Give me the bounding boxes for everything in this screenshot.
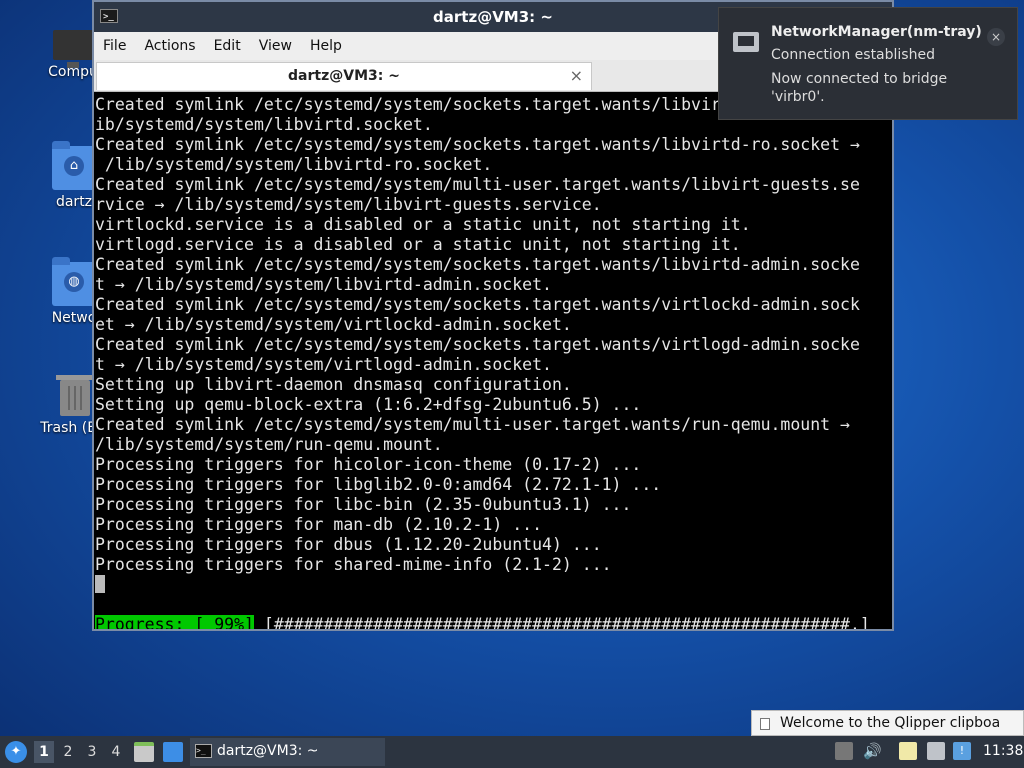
progress-line: Progress: [ 99%] [######################… bbox=[95, 615, 892, 629]
terminal-line: Created symlink /etc/systemd/system/sock… bbox=[95, 135, 860, 154]
tray-upload-icon[interactable] bbox=[835, 742, 853, 760]
notification-title: NetworkManager(nm-tray) bbox=[771, 24, 982, 40]
cursor bbox=[95, 575, 105, 593]
taskbar: ✦ 1 2 3 4 >_ dartz@VM3: ~ 🔊 ! 11:38 bbox=[0, 736, 1024, 768]
computer-icon bbox=[53, 30, 93, 68]
terminal-line: virtlogd.service is a disabled or a stat… bbox=[95, 235, 741, 254]
terminal-line: Created symlink /etc/systemd/system/sock… bbox=[95, 335, 860, 354]
desktop-switch-2[interactable]: 2 bbox=[58, 741, 78, 763]
tab-title: dartz@VM3: ~ bbox=[288, 68, 400, 84]
clipboard-icon bbox=[760, 718, 770, 730]
task-terminal[interactable]: >_ dartz@VM3: ~ bbox=[190, 738, 385, 766]
terminal-icon: >_ bbox=[195, 744, 212, 758]
terminal-line: Setting up qemu-block-extra (1:6.2+dfsg-… bbox=[95, 395, 642, 414]
terminal-line: Processing triggers for man-db (2.10.2-1… bbox=[95, 515, 543, 534]
volume-icon[interactable]: 🔊 bbox=[863, 742, 882, 760]
start-menu-icon[interactable]: ✦ bbox=[5, 741, 27, 763]
network-tray-icon[interactable] bbox=[927, 742, 945, 760]
show-desktop-icon[interactable] bbox=[163, 742, 183, 762]
terminal-cursor-line bbox=[95, 575, 892, 595]
clipboard-popup[interactable]: Welcome to the Qlipper clipboa bbox=[751, 710, 1024, 736]
update-notifier-icon[interactable]: ! bbox=[953, 742, 971, 760]
network-notification[interactable]: NetworkManager(nm-tray) Connection estab… bbox=[718, 7, 1018, 120]
terminal-line: virtlockd.service is a disabled or a sta… bbox=[95, 215, 751, 234]
terminal-line: Processing triggers for libglib2.0-0:amd… bbox=[95, 475, 662, 494]
terminal-line: et → /lib/systemd/system/virtlockd-admin… bbox=[95, 315, 572, 334]
tab-close-icon[interactable]: × bbox=[570, 66, 583, 85]
terminal-line: Created symlink /etc/systemd/system/sock… bbox=[95, 255, 860, 274]
tab-terminal[interactable]: dartz@VM3: ~ × bbox=[96, 62, 592, 90]
menu-file[interactable]: File bbox=[94, 38, 135, 54]
menu-help[interactable]: Help bbox=[301, 38, 351, 54]
desktop-switch-4[interactable]: 4 bbox=[106, 741, 126, 763]
notification-detail: Now connected to bridge 'virbr0'. bbox=[771, 71, 948, 105]
terminal-line: Created symlink /etc/systemd/system/mult… bbox=[95, 415, 850, 434]
progress-bar: [#######################################… bbox=[253, 615, 870, 629]
clipboard-tray-icon[interactable] bbox=[899, 742, 917, 760]
clock[interactable]: 11:38 bbox=[983, 743, 1023, 759]
menu-view[interactable]: View bbox=[250, 38, 301, 54]
terminal-line: rvice → /lib/systemd/system/libvirt-gues… bbox=[95, 195, 602, 214]
terminal-line: Processing triggers for libc-bin (2.35-0… bbox=[95, 495, 632, 514]
terminal-line: Setting up libvirt-daemon dnsmasq config… bbox=[95, 375, 572, 394]
task-label: dartz@VM3: ~ bbox=[217, 743, 319, 759]
file-manager-icon[interactable] bbox=[134, 742, 154, 762]
terminal-line: Created symlink /etc/systemd/system/sock… bbox=[95, 295, 860, 314]
network-wired-icon bbox=[733, 32, 759, 52]
desktop-switch-1[interactable]: 1 bbox=[34, 741, 54, 763]
network-folder-icon: ◍ bbox=[52, 257, 96, 306]
terminal-lines: Created symlink /etc/systemd/system/sock… bbox=[95, 95, 892, 575]
terminal-output[interactable]: Created symlink /etc/systemd/system/sock… bbox=[95, 95, 892, 629]
menu-edit[interactable]: Edit bbox=[205, 38, 250, 54]
menu-actions[interactable]: Actions bbox=[135, 38, 204, 54]
terminal-line: Processing triggers for dbus (1.12.20-2u… bbox=[95, 535, 602, 554]
notification-message: Connection established bbox=[771, 47, 935, 63]
notification-close-icon[interactable]: × bbox=[987, 28, 1005, 46]
terminal-line: /lib/systemd/system/libvirtd-ro.socket. bbox=[95, 155, 493, 174]
terminal-line: Processing triggers for shared-mime-info… bbox=[95, 555, 612, 574]
trash-icon bbox=[56, 375, 94, 416]
desktop-switch-3[interactable]: 3 bbox=[82, 741, 102, 763]
terminal-line: /lib/systemd/system/run-qemu.mount. bbox=[95, 435, 443, 454]
terminal-line: Created symlink /etc/systemd/system/mult… bbox=[95, 175, 860, 194]
terminal-line: t → /lib/systemd/system/virtlogd-admin.s… bbox=[95, 355, 552, 374]
home-folder-icon: ⌂ bbox=[52, 141, 96, 190]
terminal-line: Processing triggers for hicolor-icon-the… bbox=[95, 455, 642, 474]
clipboard-message: Welcome to the Qlipper clipboa bbox=[780, 715, 1001, 731]
terminal-line: t → /lib/systemd/system/libvirtd-admin.s… bbox=[95, 275, 552, 294]
progress-label: Progress: [ 99%] bbox=[95, 615, 254, 629]
